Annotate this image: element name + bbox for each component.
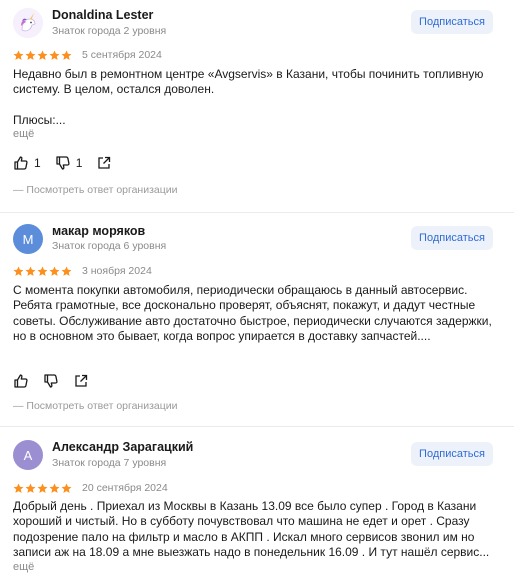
star-icon (37, 266, 48, 276)
org-answer-link[interactable]: — Посмотреть ответ организации (13, 184, 178, 196)
subscribe-button[interactable]: Подписаться (411, 226, 493, 250)
rating-stars (13, 50, 72, 61)
star-icon (13, 266, 24, 276)
review-card: А Александр Зарагацкий Знаток города 7 у… (0, 427, 514, 580)
star-icon (61, 266, 72, 276)
star-icon (61, 483, 72, 493)
star-icon (37, 483, 48, 493)
unicorn-avatar-icon[interactable] (13, 8, 43, 38)
avatar-letter: М (22, 231, 34, 247)
dislike-button[interactable] (43, 373, 59, 389)
star-icon (25, 483, 36, 493)
star-icon (49, 50, 60, 60)
review-date: 5 сентября 2024 (82, 49, 162, 61)
star-icon (37, 50, 48, 60)
like-count: 1 (34, 156, 41, 170)
like-button[interactable] (13, 373, 29, 389)
avatar[interactable]: А (13, 440, 43, 470)
share-icon (98, 156, 111, 169)
subscribe-button[interactable]: Подписаться (411, 442, 493, 466)
thumbs-up-icon (14, 374, 28, 388)
review-text: Добрый день . Приехал из Москвы в Казань… (13, 499, 490, 560)
dislike-button[interactable]: 1 (55, 155, 83, 171)
star-icon (49, 483, 60, 493)
star-icon (13, 50, 24, 60)
like-button[interactable]: 1 (13, 155, 41, 171)
dislike-count: 1 (75, 156, 83, 170)
review-text: Недавно был в ремонтном центре «Avgservi… (13, 67, 484, 128)
author-name[interactable]: Donaldina Lester (52, 8, 153, 22)
review-date: 3 ноября 2024 (82, 265, 152, 277)
more-link[interactable]: ещё (13, 561, 34, 573)
review-card: Donaldina Lester Знаток города 2 уровня … (0, 0, 514, 205)
thumbs-down-icon (56, 156, 70, 170)
author-level: Знаток города 6 уровня (52, 240, 167, 252)
share-button[interactable] (96, 155, 112, 171)
star-icon (25, 50, 36, 60)
star-icon (61, 50, 72, 60)
avatar[interactable]: М (13, 224, 43, 254)
review-date: 20 сентября 2024 (82, 482, 168, 494)
subscribe-button[interactable]: Подписаться (411, 10, 493, 34)
author-name[interactable]: макар моряков (52, 224, 145, 238)
avatar-letter: А (23, 447, 33, 463)
rating-stars (13, 483, 72, 494)
share-icon (75, 374, 88, 387)
star-icon (49, 266, 60, 276)
review-actions: 1 1 (13, 155, 126, 171)
thumbs-down-icon (44, 374, 58, 388)
author-level: Знаток города 2 уровня (52, 25, 167, 37)
review-text: С момента покупки автомобиля, периодичес… (13, 283, 492, 344)
star-icon (13, 483, 24, 493)
review-card: М макар моряков Знаток города 6 уровня П… (0, 213, 514, 423)
more-link[interactable]: ещё (13, 128, 34, 140)
rating-stars (13, 266, 72, 277)
author-level: Знаток города 7 уровня (52, 457, 167, 469)
org-answer-link[interactable]: — Посмотреть ответ организации (13, 400, 178, 412)
author-name[interactable]: Александр Зарагацкий (52, 440, 193, 454)
share-button[interactable] (73, 373, 89, 389)
star-icon (25, 266, 36, 276)
thumbs-up-icon (14, 156, 28, 170)
review-actions (13, 373, 103, 389)
